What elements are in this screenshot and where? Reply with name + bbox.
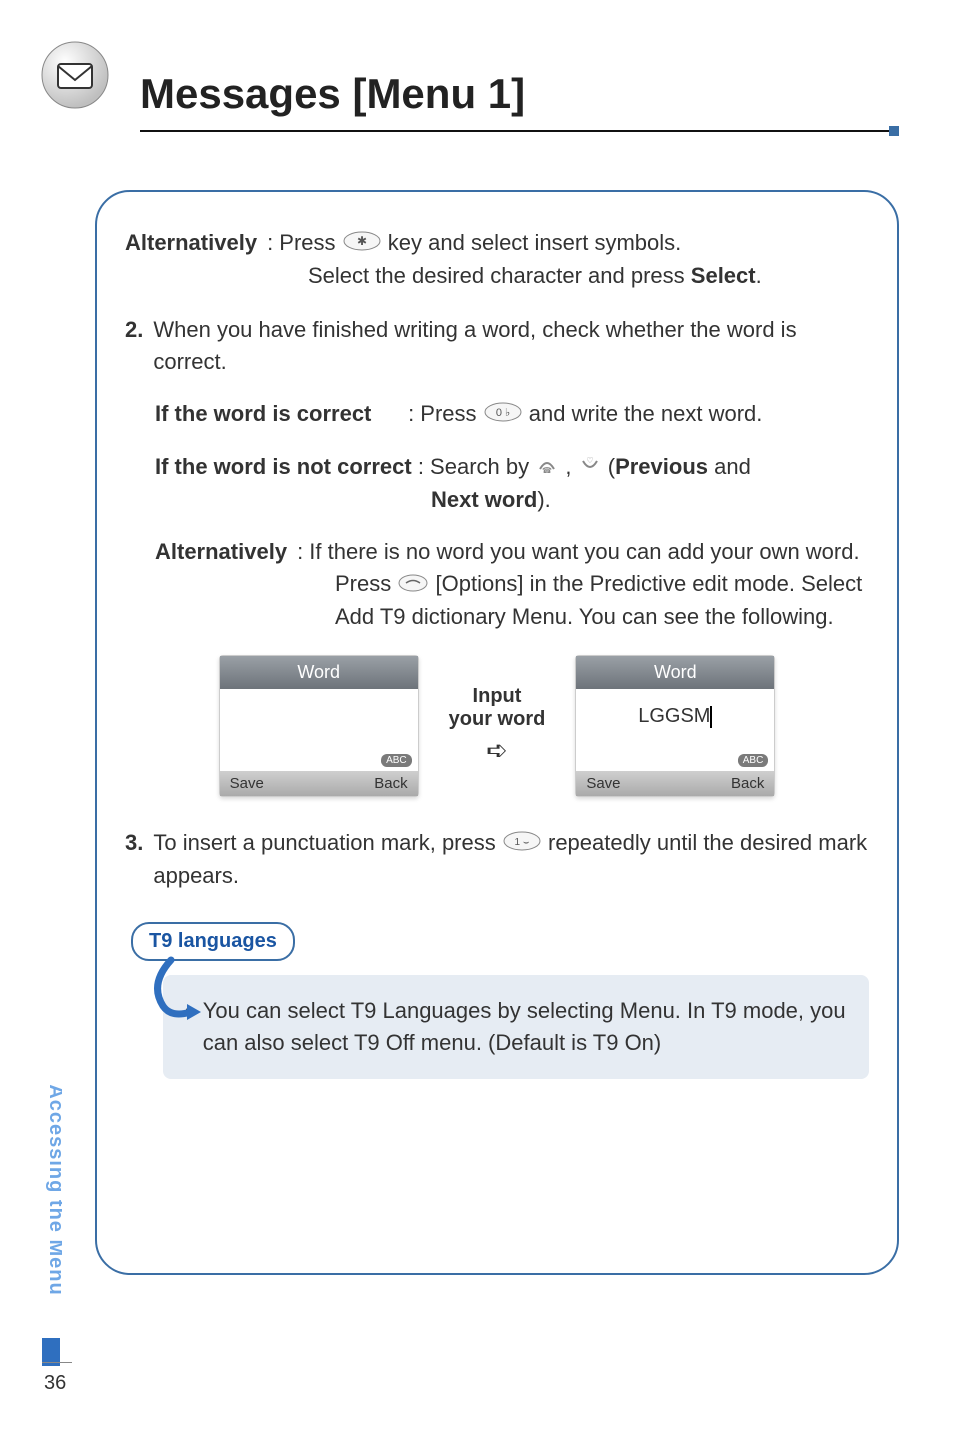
panel1-title: Word: [220, 656, 418, 689]
panel2-save: Save: [586, 775, 620, 792]
case-correct-pre: : Press: [408, 401, 476, 426]
arrow-right-icon: ➪: [449, 735, 546, 766]
page-title: Messages [Menu 1]: [140, 70, 525, 118]
case-incorrect: If the word is not correct : Search by ☎…: [125, 451, 869, 516]
svg-text:♡: ♡: [586, 456, 593, 465]
alternatively-block-1: Alternatively : Press ✱ key and select i…: [125, 227, 869, 292]
input-label1: Input: [449, 685, 546, 708]
and-text: and: [708, 454, 751, 479]
phone-panel-typed: Word LGGSM ABC Save Back: [575, 655, 775, 797]
abc-badge-1: ABC: [381, 754, 412, 767]
case-correct-k: If the word is correct: [155, 401, 371, 426]
item3-pre: To insert a punctuation mark, press: [153, 830, 495, 855]
page-num-line: [42, 1362, 72, 1363]
side-label-text: Accessing the Menu: [45, 1084, 62, 1295]
alternatively-block-2: Alternatively : If there is no word you …: [125, 536, 869, 633]
alt1-line1b: key and select insert symbols.: [388, 230, 681, 255]
next-bold: Next word: [431, 487, 537, 512]
panel2-title: Word: [576, 656, 774, 689]
demo-row: Word ABC Save Back Input your word ➪ Wor…: [125, 655, 869, 797]
list-item-3: 3. To insert a punctuation mark, press 1…: [125, 827, 869, 892]
input-label2: your word: [449, 708, 546, 731]
text-cursor: [710, 706, 712, 728]
svg-text:☎: ☎: [542, 466, 552, 475]
callout-text: You can select T9 Languages by selecting…: [203, 995, 847, 1059]
nav-down-icon: ♡: [579, 452, 601, 484]
item2-text: When you have finished writing a word, c…: [153, 314, 869, 378]
typed-text: LGGSM: [638, 705, 710, 727]
paren-close: ).: [537, 487, 550, 512]
alt1-select-bold: Select: [691, 263, 756, 288]
panel1-body: ABC: [220, 689, 418, 771]
list-item-2: 2. When you have finished writing a word…: [125, 314, 869, 378]
one-key-icon: 1 ⌣: [503, 828, 541, 860]
panel2-foot: Save Back: [576, 771, 774, 796]
star-key-icon: ✱: [343, 228, 381, 260]
title-rule: [140, 130, 894, 132]
case-incorrect-mid: ,: [565, 454, 571, 479]
main-content-box: Alternatively : Press ✱ key and select i…: [95, 190, 899, 1275]
svg-text:✱: ✱: [357, 234, 367, 248]
zero-key-icon: 0 ♭: [484, 399, 522, 431]
demo-between: Input your word ➪: [449, 685, 546, 766]
t9-callout-body: • You can select T9 Languages by selecti…: [163, 975, 869, 1079]
case-correct-post: and write the next word.: [529, 401, 763, 426]
alt1-line2: Select the desired character and press: [308, 263, 685, 288]
svg-text:1 ⌣: 1 ⌣: [514, 837, 529, 848]
title-endcap: [889, 126, 899, 136]
abc-badge-2: ABC: [738, 754, 769, 767]
alt1-line1: : Press: [267, 230, 335, 255]
item2-num: 2.: [125, 314, 143, 378]
soft-left-key-icon: [398, 569, 428, 601]
case-correct: If the word is correct : Press 0 ♭ and w…: [125, 398, 869, 431]
t9-callout: T9 languages • You can select T9 Languag…: [125, 922, 869, 1079]
panel2-back: Back: [731, 775, 764, 792]
panel1-back: Back: [374, 775, 407, 792]
alt1-label: Alternatively: [125, 227, 257, 260]
alt1-tail: .: [756, 263, 762, 288]
panel1-foot: Save Back: [220, 771, 418, 796]
case-incorrect-pre: : Search by: [418, 454, 529, 479]
prev-bold: Previous: [615, 454, 708, 479]
alt2-line1: : If there is no word you want you can a…: [297, 536, 869, 568]
page-number: 36: [44, 1372, 66, 1395]
svg-text:0 ♭: 0 ♭: [495, 407, 509, 419]
panel1-save: Save: [230, 775, 264, 792]
item3-num: 3.: [125, 827, 143, 892]
phone-panel-empty: Word ABC Save Back: [219, 655, 419, 797]
paren-open: (: [608, 454, 615, 479]
envelope-icon: [40, 40, 110, 110]
panel2-body: LGGSM ABC: [576, 689, 774, 771]
case-incorrect-k: If the word is not correct: [155, 454, 412, 479]
side-label: Accessing the Menu: [38, 1040, 62, 1340]
callout-arrow-icon: [143, 956, 203, 1031]
alt2-line2a: Press: [335, 571, 391, 596]
alt2-label: Alternatively: [155, 536, 287, 568]
nav-up-icon: ☎: [536, 452, 558, 484]
